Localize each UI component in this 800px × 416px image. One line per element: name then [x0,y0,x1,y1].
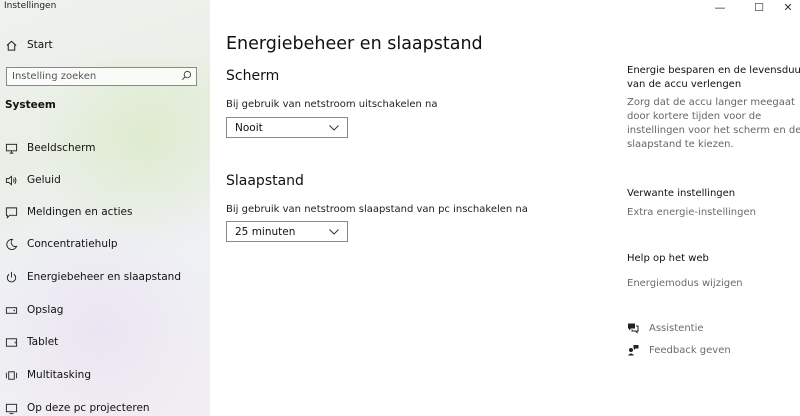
screen-off-dropdown[interactable]: Nooit [226,117,348,138]
close-button[interactable]: ✕ [776,0,800,14]
page-title: Energiebeheer en slaapstand [226,34,483,54]
nav-home-label: Start [27,39,53,51]
feedback-icon [626,343,640,357]
sidebar-item-energiebeheer[interactable]: Energiebeheer en slaapstand [0,263,210,291]
battery-tip: Energie besparen en de levensduur van de… [627,64,800,152]
tablet-icon [4,335,18,349]
home-icon [4,38,18,52]
sidebar-item-label: Beeldscherm [27,142,96,154]
chat-help-icon [626,321,640,335]
related-heading: Verwante instellingen [627,188,736,199]
sidebar-item-label: Energiebeheer en slaapstand [27,271,181,283]
screen-off-label: Bij gebruik van netstroom uitschakelen n… [226,99,438,110]
search-placeholder: Instelling zoeken [12,71,97,82]
sidebar-item-label: Concentratiehulp [27,238,118,250]
search-input[interactable]: Instelling zoeken [6,67,197,86]
sleep-label: Bij gebruik van netstroom slaapstand van… [226,204,528,215]
sidebar-item-opslag[interactable]: Opslag [0,296,210,324]
sidebar-item-tablet[interactable]: Tablet [0,328,210,356]
sidebar-item-geluid[interactable]: Geluid [0,166,210,194]
help-heading: Help op het web [627,253,709,264]
feedback-label: Feedback geven [649,344,731,356]
sidebar-item-label: Geluid [27,174,61,186]
speaker-icon [4,173,18,187]
screen-heading: Scherm [226,68,280,84]
app-title: Instellingen [4,1,57,11]
search-icon [181,70,192,84]
sidebar-item-label: Opslag [27,304,64,316]
project-icon [4,401,18,415]
sidebar-item-meldingen[interactable]: Meldingen en acties [0,198,210,226]
monitor-icon [4,141,18,155]
sidebar: Instellingen Start Instelling zoeken Sys… [0,0,210,416]
sidebar-item-label: Tablet [27,336,59,348]
assist-label: Assistentie [649,322,704,334]
battery-text-1: Zorg dat de accu langer meegaat [627,97,795,108]
notification-icon [4,205,18,219]
battery-heading-1: Energie besparen en de levensduur [627,65,800,76]
sleep-value: 25 minuten [235,225,296,238]
maximize-button[interactable]: ☐ [747,0,771,14]
sleep-heading: Slaapstand [226,173,304,189]
sidebar-item-label: Meldingen en acties [27,206,133,218]
moon-icon [4,237,18,251]
sidebar-item-label: Multitasking [27,369,92,381]
sidebar-item-projecteren[interactable]: Op deze pc projecteren [0,394,210,416]
storage-icon [4,303,18,317]
sidebar-item-concentratiehulp[interactable]: Concentratiehulp [0,230,210,258]
nav-home[interactable]: Start [0,31,210,59]
feedback-link[interactable]: Feedback geven [626,343,731,357]
battery-text-4: slaapstand te kiezen. [627,139,734,150]
sidebar-item-beeldscherm[interactable]: Beeldscherm [0,134,210,162]
multitasking-icon [4,368,18,382]
chevron-down-icon [329,122,339,134]
power-mode-link[interactable]: Energiemodus wijzigen [627,278,743,289]
screen-off-value: Nooit [235,121,263,134]
battery-heading-2: van de accu verlengen [627,79,742,90]
sidebar-item-multitasking[interactable]: Multitasking [0,361,210,389]
battery-text-3: instellingen voor het scherm en de [627,125,800,136]
battery-text-2: door kortere tijden voor de [627,111,762,122]
extra-power-settings-link[interactable]: Extra energie-instellingen [627,207,756,218]
sleep-dropdown[interactable]: 25 minuten [226,221,348,242]
chevron-down-icon [329,226,339,238]
sidebar-item-label: Op deze pc projecteren [27,402,150,414]
section-systeem: Systeem [5,99,56,111]
assist-link[interactable]: Assistentie [626,321,704,335]
minimize-button[interactable]: — [708,0,732,14]
power-icon [4,270,18,284]
